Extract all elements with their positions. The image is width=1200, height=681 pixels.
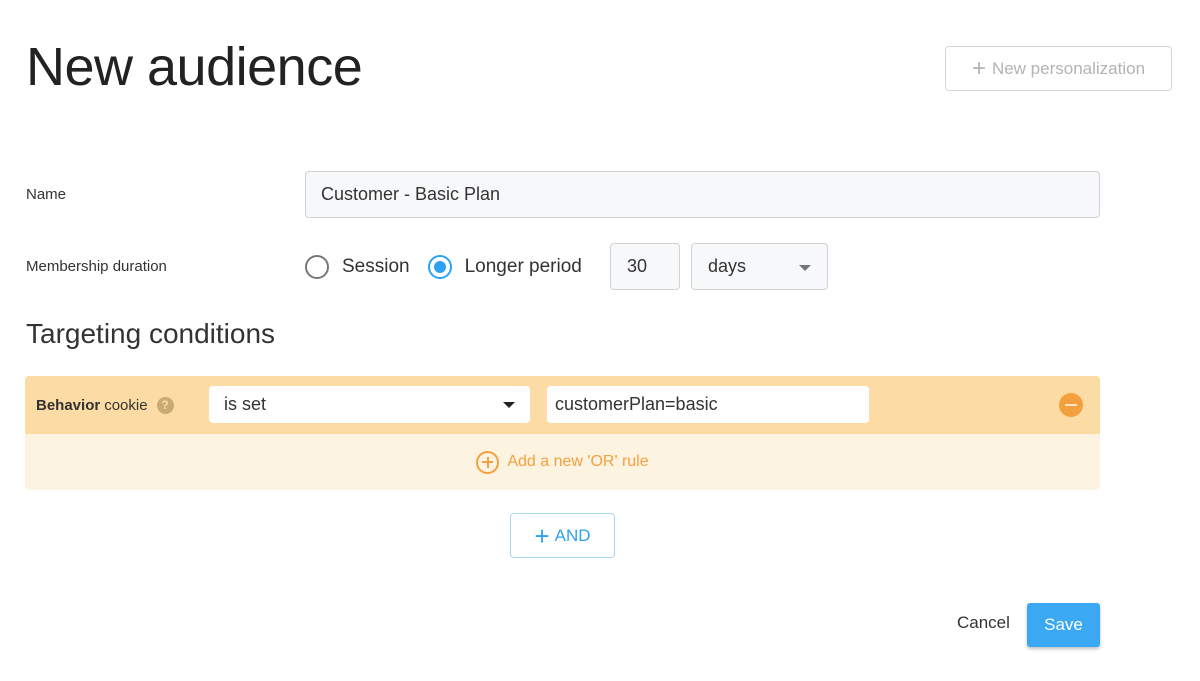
condition-value-input[interactable]: customerPlan=basic	[547, 386, 869, 423]
new-personalization-label: New personalization	[991, 58, 1146, 78]
add-and-label: AND	[554, 525, 591, 545]
condition-operator-value: is set	[224, 394, 267, 414]
page-title: New audience	[26, 37, 363, 97]
duration-unit-value: days	[708, 256, 747, 276]
condition-type-rest: cookie	[104, 396, 148, 414]
caret-down-icon	[503, 402, 515, 408]
plus-circle-icon	[476, 450, 500, 474]
condition-type-label: Behavior cookie ?	[36, 376, 174, 434]
condition-operator-select[interactable]: is set	[209, 386, 530, 423]
remove-condition-icon[interactable]	[1059, 393, 1083, 417]
plus-icon: +	[971, 54, 986, 82]
add-or-rule-label: Add a new 'OR' rule	[507, 453, 649, 470]
condition-row: Behavior cookie ? is set customerPlan=ba…	[25, 376, 1100, 434]
cancel-button[interactable]: Cancel	[957, 613, 1010, 633]
radio-longer-period-label: Longer period	[464, 255, 582, 277]
membership-duration-label: Membership duration	[26, 258, 167, 275]
caret-down-icon	[799, 265, 811, 271]
targeting-conditions-title: Targeting conditions	[26, 318, 276, 349]
name-input[interactable]: Customer - Basic Plan	[305, 171, 1100, 218]
duration-radio-group: Session Longer period	[305, 243, 582, 290]
plus-icon: +	[534, 520, 550, 551]
radio-session[interactable]: Session	[305, 254, 410, 279]
add-and-button[interactable]: + AND	[510, 513, 615, 558]
name-label: Name	[26, 186, 67, 203]
condition-type-bold: Behavior	[36, 396, 101, 414]
add-or-rule-button[interactable]: Add a new 'OR' rule	[25, 434, 1100, 490]
help-icon[interactable]: ?	[156, 396, 174, 414]
radio-longer-period[interactable]: Longer period	[427, 254, 582, 279]
condition-group: Behavior cookie ? is set customerPlan=ba…	[25, 376, 1100, 490]
new-personalization-button[interactable]: + New personalization	[945, 46, 1172, 91]
save-button[interactable]: Save	[1027, 603, 1100, 647]
radio-session-label: Session	[342, 255, 410, 277]
radio-checked-icon	[427, 254, 452, 279]
duration-unit-select[interactable]: days	[691, 243, 828, 290]
duration-number-input[interactable]: 30	[610, 243, 680, 290]
radio-unchecked-icon	[305, 254, 329, 279]
